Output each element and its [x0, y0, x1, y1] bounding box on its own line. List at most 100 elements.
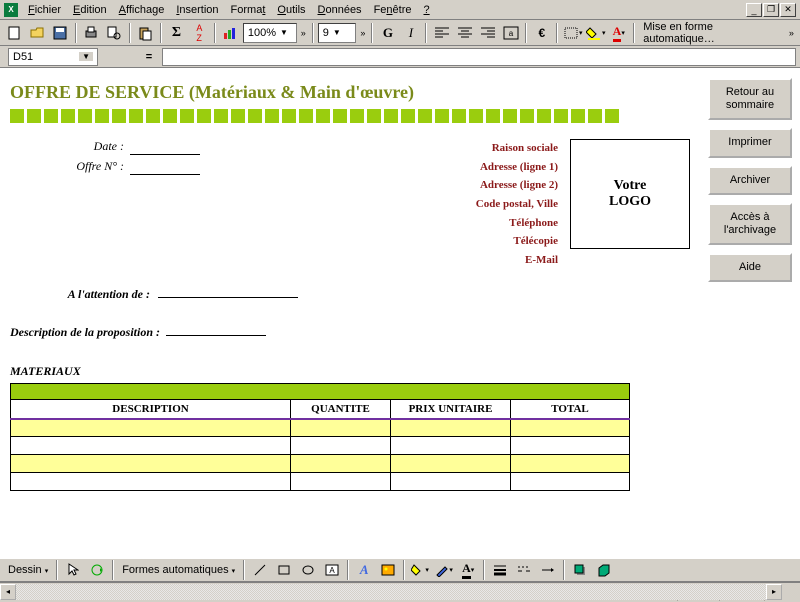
- menu-insert-label: nsertion: [179, 4, 218, 16]
- sum-icon[interactable]: Σ: [166, 22, 187, 44]
- clipart-icon[interactable]: [377, 559, 399, 581]
- fontcolor-icon[interactable]: A▾: [608, 22, 629, 44]
- align-center-icon[interactable]: [454, 22, 475, 44]
- company-adr1: Adresse (ligne 1): [210, 158, 558, 177]
- menu-help[interactable]: ?: [418, 2, 436, 18]
- rect-icon[interactable]: [273, 559, 295, 581]
- cell[interactable]: [291, 473, 391, 491]
- menu-edit[interactable]: Edition: [67, 2, 113, 18]
- access-archive-button[interactable]: Accès à l'archivage: [708, 203, 792, 245]
- textbox-icon[interactable]: A: [321, 559, 343, 581]
- line-icon[interactable]: [249, 559, 271, 581]
- toolbar-expand-3[interactable]: »: [787, 28, 796, 38]
- cell[interactable]: [511, 455, 630, 473]
- toolbar-expand[interactable]: »: [299, 28, 308, 38]
- save-icon[interactable]: [50, 22, 71, 44]
- 3d-icon[interactable]: [593, 559, 615, 581]
- zoom-combo[interactable]: 100%▼: [243, 23, 297, 43]
- close-button[interactable]: ✕: [780, 3, 796, 17]
- fontcolor2-icon[interactable]: A▾: [457, 559, 479, 581]
- print-button[interactable]: Imprimer: [708, 128, 792, 157]
- cell[interactable]: [11, 437, 291, 455]
- minimize-button[interactable]: _: [746, 3, 762, 17]
- menu-data[interactable]: Données: [312, 2, 368, 18]
- lineweight-icon[interactable]: [489, 559, 511, 581]
- scroll-right-icon[interactable]: ▸: [766, 584, 782, 600]
- date-field[interactable]: [130, 139, 200, 155]
- new-icon[interactable]: [4, 22, 25, 44]
- menu-tools[interactable]: Outils: [271, 2, 311, 18]
- desc-field[interactable]: [166, 322, 266, 336]
- fontsize-combo[interactable]: 9▼: [318, 23, 357, 43]
- cell[interactable]: [511, 419, 630, 437]
- arrowstyle-icon[interactable]: [537, 559, 559, 581]
- chart-icon[interactable]: [220, 22, 241, 44]
- cell[interactable]: [391, 437, 511, 455]
- autoformat-button[interactable]: Mise en forme automatique…: [639, 21, 785, 45]
- linecolor-icon[interactable]: ▾: [433, 559, 455, 581]
- oval-icon[interactable]: [297, 559, 319, 581]
- company-cpville: Code postal, Ville: [210, 195, 558, 214]
- sort-icon[interactable]: AZ: [189, 22, 210, 44]
- back-button[interactable]: Retour au sommaire: [708, 78, 792, 120]
- rotate-icon[interactable]: [86, 559, 108, 581]
- spreadsheet-area[interactable]: OFFRE DE SERVICE (Matériaux & Main d'œuv…: [0, 68, 700, 558]
- menu-tools-label: utils: [286, 4, 306, 16]
- cell[interactable]: [291, 455, 391, 473]
- desc-label: Description de la proposition :: [10, 325, 160, 339]
- paste-icon[interactable]: [135, 22, 156, 44]
- maximize-button[interactable]: ❐: [763, 3, 779, 17]
- logo-line1: Votre: [614, 178, 647, 194]
- select-icon[interactable]: [62, 559, 84, 581]
- menu-window[interactable]: Fenêtre: [368, 2, 418, 18]
- fill-icon[interactable]: ▾: [409, 559, 431, 581]
- menu-edit-label: dition: [80, 4, 106, 16]
- offer-field[interactable]: [130, 159, 200, 175]
- cell[interactable]: [11, 419, 291, 437]
- menu-format[interactable]: Format: [225, 2, 272, 18]
- menu-file[interactable]: Fichier: [22, 2, 67, 18]
- menu-view[interactable]: Affichage: [113, 2, 171, 18]
- dashstyle-icon[interactable]: [513, 559, 535, 581]
- cell[interactable]: [11, 473, 291, 491]
- cell[interactable]: [11, 455, 291, 473]
- wordart-icon[interactable]: A: [353, 559, 375, 581]
- fx-button[interactable]: =: [138, 48, 160, 66]
- archive-button[interactable]: Archiver: [708, 166, 792, 195]
- cell[interactable]: [291, 419, 391, 437]
- attention-field[interactable]: [158, 284, 298, 298]
- align-right-icon[interactable]: [477, 22, 498, 44]
- draw-label: Dessin: [8, 564, 42, 576]
- shadow-icon[interactable]: [569, 559, 591, 581]
- print-icon[interactable]: [81, 22, 102, 44]
- cell[interactable]: [291, 437, 391, 455]
- formula-input[interactable]: [162, 48, 796, 66]
- toolbar-expand-2[interactable]: »: [358, 28, 367, 38]
- fillcolor-icon[interactable]: ▾: [585, 22, 606, 44]
- cell[interactable]: [391, 473, 511, 491]
- preview-icon[interactable]: [104, 22, 125, 44]
- open-icon[interactable]: [27, 22, 48, 44]
- menu-insert[interactable]: Insertion: [170, 2, 224, 18]
- align-left-icon[interactable]: [431, 22, 452, 44]
- cell[interactable]: [391, 419, 511, 437]
- currency-icon[interactable]: €: [531, 22, 552, 44]
- app-icon: X: [4, 3, 18, 17]
- scroll-left-icon[interactable]: ◂: [0, 584, 16, 600]
- help-button[interactable]: Aide: [708, 253, 792, 282]
- col-unitprice: PRIX UNITAIRE: [391, 399, 511, 419]
- merge-icon[interactable]: a: [500, 22, 521, 44]
- cell[interactable]: [391, 455, 511, 473]
- menu-data-label: onnées: [325, 4, 361, 16]
- cell[interactable]: [511, 437, 630, 455]
- cell-ref-value: D51: [13, 51, 33, 63]
- company-fax: Télécopie: [210, 232, 558, 251]
- italic-icon[interactable]: I: [400, 22, 421, 44]
- borders-icon[interactable]: ▾: [562, 22, 583, 44]
- bold-icon[interactable]: G: [377, 22, 398, 44]
- autoshapes-menu[interactable]: Formes automatiques ▾: [118, 564, 239, 576]
- cell[interactable]: [511, 473, 630, 491]
- cell-reference[interactable]: D51▼: [8, 48, 98, 66]
- draw-menu[interactable]: Dessin ▾: [4, 564, 52, 576]
- horizontal-scrollbar[interactable]: ◂ ▸: [0, 582, 800, 600]
